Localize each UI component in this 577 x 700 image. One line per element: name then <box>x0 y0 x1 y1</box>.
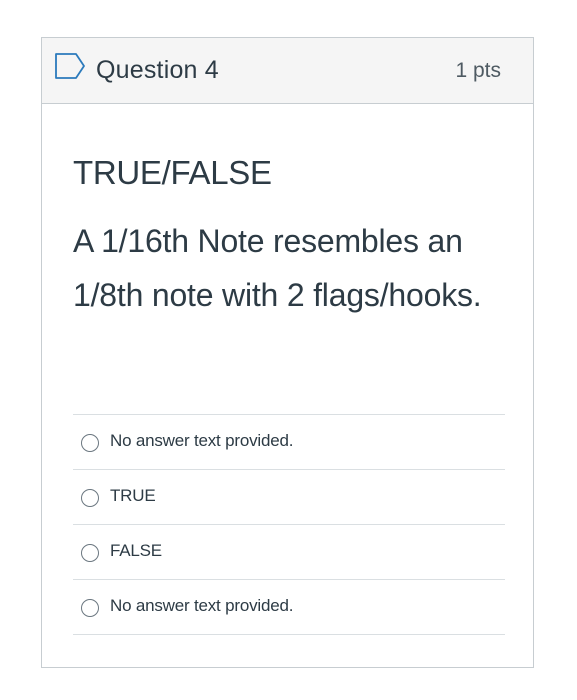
answer-label[interactable]: No answer text provided. <box>110 596 293 616</box>
question-header: Question 4 1 pts <box>42 38 533 104</box>
answer-option[interactable]: FALSE <box>73 525 505 580</box>
question-title: Question 4 <box>96 56 219 84</box>
radio-button[interactable] <box>81 544 99 562</box>
question-card: Question 4 1 pts TRUE/FALSE A 1/16th Not… <box>41 37 534 668</box>
answer-list: No answer text provided. TRUE FALSE No a… <box>73 414 505 635</box>
question-body: TRUE/FALSE A 1/16th Note resembles an 1/… <box>73 150 505 322</box>
flag-question-icon[interactable] <box>54 52 88 80</box>
radio-button[interactable] <box>81 434 99 452</box>
answer-option[interactable]: No answer text provided. <box>73 580 505 635</box>
question-text: A 1/16th Note resembles an 1/8th note wi… <box>73 223 482 313</box>
question-points: 1 pts <box>455 59 501 82</box>
radio-button[interactable] <box>81 489 99 507</box>
question-type-label: TRUE/FALSE <box>73 154 272 191</box>
answer-label[interactable]: No answer text provided. <box>110 431 293 451</box>
answer-option[interactable]: TRUE <box>73 470 505 525</box>
answer-label[interactable]: TRUE <box>110 486 156 506</box>
answer-option[interactable]: No answer text provided. <box>73 415 505 470</box>
radio-button[interactable] <box>81 599 99 617</box>
answer-label[interactable]: FALSE <box>110 541 162 561</box>
